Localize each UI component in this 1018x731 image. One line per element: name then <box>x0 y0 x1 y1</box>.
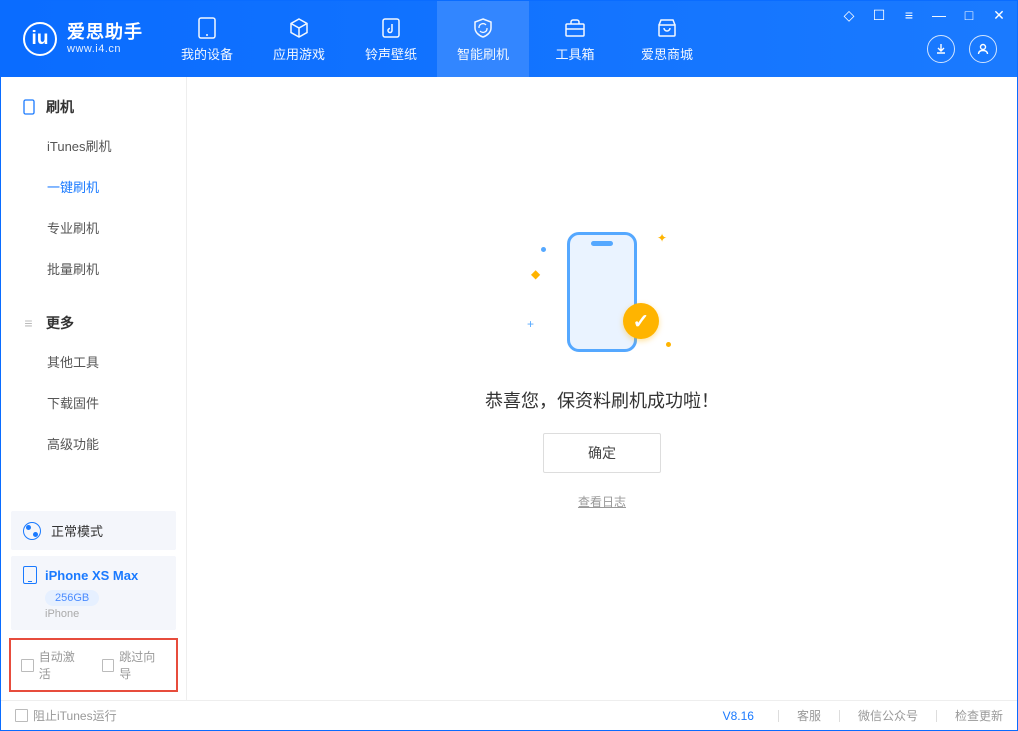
options-row: 自动激活 跳过向导 <box>9 638 178 692</box>
sidebar-item-batch-flash[interactable]: 批量刷机 <box>1 248 186 289</box>
sidebar-section-flash: 刷机 iTunes刷机 一键刷机 专业刷机 批量刷机 <box>1 77 186 293</box>
checkbox-auto-activate[interactable]: 自动激活 <box>21 648 86 682</box>
user-button[interactable] <box>969 35 997 63</box>
check-update-link[interactable]: 检查更新 <box>955 707 1003 724</box>
sidebar-section-more: ≡ 更多 其他工具 下载固件 高级功能 <box>1 293 186 468</box>
status-card[interactable]: 正常模式 <box>11 511 176 550</box>
divider <box>936 710 937 722</box>
sidebar-bottom: 正常模式 iPhone XS Max 256GB iPhone 自动激活 跳过向… <box>1 505 186 700</box>
cube-icon <box>287 16 311 40</box>
music-icon <box>379 16 403 40</box>
header-actions <box>927 35 997 63</box>
section-title: 更多 <box>46 313 74 333</box>
footer-right: V8.16 客服 微信公众号 检查更新 <box>723 707 1003 724</box>
support-link[interactable]: 客服 <box>797 707 821 724</box>
confirm-button[interactable]: 确定 <box>543 433 661 473</box>
download-button[interactable] <box>927 35 955 63</box>
device-icon <box>195 16 219 40</box>
sparkle-icon: ✦ <box>657 231 667 245</box>
app-url: www.i4.cn <box>67 43 143 56</box>
section-title: 刷机 <box>46 97 74 117</box>
sidebar-item-pro-flash[interactable]: 专业刷机 <box>1 207 186 248</box>
checkbox-icon <box>102 659 115 672</box>
device-name: iPhone XS Max <box>45 568 138 583</box>
checkbox-block-itunes[interactable]: 阻止iTunes运行 <box>15 707 117 724</box>
maximize-button[interactable]: □ <box>961 7 977 24</box>
success-message: 恭喜您，保资料刷机成功啦！ <box>485 387 719 413</box>
nav-my-device[interactable]: 我的设备 <box>161 1 253 77</box>
nav-label: 铃声壁纸 <box>365 44 417 63</box>
nav-smart-flash[interactable]: 智能刷机 <box>437 1 529 77</box>
checkmark-badge-icon: ✓ <box>623 303 659 339</box>
sidebar: 刷机 iTunes刷机 一键刷机 专业刷机 批量刷机 ≡ 更多 其他工具 下载固… <box>1 77 187 700</box>
sidebar-item-advanced[interactable]: 高级功能 <box>1 423 186 464</box>
divider <box>839 710 840 722</box>
top-nav: 我的设备 应用游戏 铃声壁纸 智能刷机 工具箱 爱思商城 <box>161 1 713 77</box>
device-phone-icon <box>23 566 37 584</box>
sidebar-item-oneclick-flash[interactable]: 一键刷机 <box>1 166 186 207</box>
sparkle-icon: + <box>527 317 534 331</box>
main-content: ✓ ✦ + ◆ 恭喜您，保资料刷机成功啦！ 确定 查看日志 <box>187 77 1017 700</box>
nav-label: 我的设备 <box>181 44 233 63</box>
checkbox-skip-guide[interactable]: 跳过向导 <box>102 648 167 682</box>
checkbox-label: 阻止iTunes运行 <box>33 707 117 724</box>
menu-icon[interactable]: ≡ <box>901 7 917 24</box>
nav-toolbox[interactable]: 工具箱 <box>529 1 621 77</box>
checkbox-icon <box>15 709 28 722</box>
sidebar-head-flash: 刷机 <box>1 89 186 125</box>
refresh-shield-icon <box>471 16 495 40</box>
nav-store[interactable]: 爱思商城 <box>621 1 713 77</box>
divider <box>778 710 779 722</box>
window-controls: ◇ ☐ ≡ — □ ✕ <box>841 7 1007 24</box>
nav-label: 应用游戏 <box>273 44 325 63</box>
nav-label: 工具箱 <box>555 44 594 63</box>
toolbox-icon <box>563 16 587 40</box>
store-icon <box>655 16 679 40</box>
logo-area: iu 爱思助手 www.i4.cn <box>1 22 161 56</box>
version-label: V8.16 <box>723 709 754 723</box>
sparkle-icon: ◆ <box>531 267 540 281</box>
dot-icon <box>541 247 546 252</box>
nav-ringtones-wallpapers[interactable]: 铃声壁纸 <box>345 1 437 77</box>
success-illustration: ✓ ✦ + ◆ <box>527 217 677 367</box>
checkbox-label: 跳过向导 <box>119 648 166 682</box>
sidebar-item-itunes-flash[interactable]: iTunes刷机 <box>1 125 186 166</box>
checkbox-label: 自动激活 <box>39 648 86 682</box>
feedback-icon[interactable]: ☐ <box>871 7 887 24</box>
device-type: iPhone <box>45 608 164 620</box>
phone-icon <box>21 100 36 115</box>
sidebar-head-more: ≡ 更多 <box>1 305 186 341</box>
nav-apps-games[interactable]: 应用游戏 <box>253 1 345 77</box>
list-icon: ≡ <box>21 316 36 331</box>
mode-label: 正常模式 <box>51 521 103 540</box>
app-header: iu 爱思助手 www.i4.cn 我的设备 应用游戏 铃声壁纸 智能刷机 工具… <box>1 1 1017 77</box>
footer: 阻止iTunes运行 V8.16 客服 微信公众号 检查更新 <box>1 700 1017 730</box>
app-name: 爱思助手 <box>67 22 143 43</box>
mode-icon <box>23 522 41 540</box>
logo-icon: iu <box>23 22 57 56</box>
nav-label: 爱思商城 <box>641 44 693 63</box>
phone-illustration-icon <box>567 232 637 352</box>
minimize-button[interactable]: — <box>931 7 947 24</box>
logo-text: 爱思助手 www.i4.cn <box>67 22 143 55</box>
device-card[interactable]: iPhone XS Max 256GB iPhone <box>11 556 176 630</box>
close-button[interactable]: ✕ <box>991 7 1007 24</box>
nav-label: 智能刷机 <box>457 44 509 63</box>
dot-icon <box>666 342 671 347</box>
sidebar-item-other-tools[interactable]: 其他工具 <box>1 341 186 382</box>
wechat-link[interactable]: 微信公众号 <box>858 707 918 724</box>
checkbox-icon <box>21 659 34 672</box>
sidebar-item-download-firmware[interactable]: 下载固件 <box>1 382 186 423</box>
view-log-link[interactable]: 查看日志 <box>578 493 626 510</box>
device-storage-badge: 256GB <box>45 590 99 606</box>
theme-icon[interactable]: ◇ <box>841 7 857 24</box>
